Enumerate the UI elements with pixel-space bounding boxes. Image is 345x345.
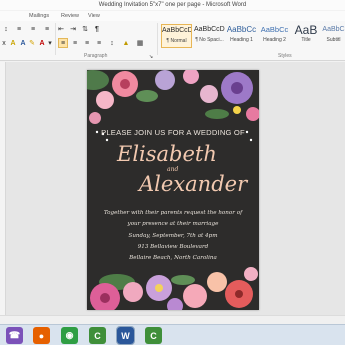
bride-name: Elisabeth bbox=[117, 142, 217, 166]
sort-icon[interactable]: ⇅ bbox=[80, 24, 90, 34]
word-window: Wedding Invitation 5"x7" one per page - … bbox=[0, 0, 345, 345]
chrome-icon[interactable]: ◉ bbox=[61, 327, 78, 344]
paragraph-launcher-icon[interactable]: ↘ bbox=[148, 53, 154, 60]
status-bar bbox=[0, 315, 345, 324]
decrease-indent-icon[interactable]: ⇤ bbox=[56, 24, 66, 34]
invitation-line: your presence at their marriage bbox=[127, 221, 219, 227]
text-effects-icon[interactable]: A bbox=[19, 38, 27, 48]
style-name: ¶ No Spaci... bbox=[195, 37, 224, 43]
justify-icon[interactable]: ≡ bbox=[94, 38, 104, 48]
style-sample: AaBbCcDc bbox=[194, 26, 225, 33]
style-name: Subtitl bbox=[326, 37, 341, 43]
style-no-spacing[interactable]: AaBbCcDc ¶ No Spaci... bbox=[194, 24, 225, 48]
style-sample: AaBbCc bbox=[226, 25, 257, 34]
camtasia-icon[interactable]: C bbox=[89, 327, 106, 344]
title-bar: Wedding Invitation 5"x7" one per page - … bbox=[0, 0, 345, 10]
style-sample: AaBbC bbox=[322, 26, 345, 33]
align-right-icon[interactable]: ≡ bbox=[82, 38, 92, 48]
font-color-dropdown-icon[interactable]: ▾ bbox=[47, 38, 53, 48]
camtasia-recorder-icon[interactable]: C bbox=[145, 327, 162, 344]
style-name: ¶ Normal bbox=[166, 38, 187, 44]
align-left-icon[interactable]: ≡ bbox=[58, 38, 68, 48]
styles-group-label: Styles bbox=[278, 53, 292, 59]
taskbar: ☎ ● ◉ C W C bbox=[0, 324, 345, 345]
tab-mailings[interactable]: Mailings bbox=[29, 11, 49, 21]
invitation-line: 913 Bellaview Boulevard bbox=[137, 244, 209, 250]
word-icon[interactable]: W bbox=[116, 326, 135, 345]
style-title[interactable]: AaB Title bbox=[292, 24, 320, 48]
style-heading-2[interactable]: AaBbCc Heading 2 bbox=[259, 24, 290, 48]
ribbon-divider bbox=[55, 23, 56, 55]
groom-name: Alexander bbox=[139, 172, 248, 196]
superscript-icon[interactable]: x bbox=[1, 38, 7, 48]
style-name: Title bbox=[301, 37, 311, 43]
show-paragraph-marks-icon[interactable]: ¶ bbox=[92, 24, 102, 34]
align-center-icon[interactable]: ≡ bbox=[70, 38, 80, 48]
invitation-line: Bellaire Beach, North Carolina bbox=[129, 255, 217, 261]
font-color-icon[interactable]: A bbox=[38, 38, 46, 48]
ribbon-divider bbox=[157, 23, 158, 55]
viber-icon[interactable]: ☎ bbox=[6, 327, 23, 344]
paragraph-group-label: Paragraph bbox=[84, 53, 108, 59]
window-title: Wedding Invitation 5"x7" one per page - … bbox=[98, 2, 247, 8]
bullets-icon[interactable]: ≡ bbox=[14, 24, 24, 34]
font-size-icon[interactable]: ↕ bbox=[2, 24, 10, 34]
invitation-line: Sunday, September, 7th at 4pm bbox=[128, 233, 218, 239]
style-sample: AaB bbox=[294, 24, 318, 36]
ribbon-tabs: Mailings Review View bbox=[0, 11, 345, 21]
tab-view[interactable]: View bbox=[88, 11, 100, 21]
highlight-pen-icon[interactable]: ✎ bbox=[28, 38, 36, 48]
line-spacing-icon[interactable]: ↕ bbox=[106, 38, 118, 48]
style-name: Heading 1 bbox=[230, 37, 253, 43]
style-heading-1[interactable]: AaBbCc Heading 1 bbox=[226, 24, 257, 48]
invitation-intro: PLEASE JOIN US FOR A WEDDING OF bbox=[101, 128, 245, 137]
borders-icon[interactable]: ▦ bbox=[134, 38, 146, 48]
style-sample: AaBbCcDc bbox=[162, 27, 191, 34]
style-sample: AaBbCc bbox=[260, 25, 289, 34]
vertical-ruler bbox=[0, 62, 6, 325]
style-normal[interactable]: AaBbCcDc ¶ Normal bbox=[161, 24, 192, 48]
multilevel-list-icon[interactable]: ≡ bbox=[42, 24, 52, 34]
document-area[interactable]: PLEASE JOIN US FOR A WEDDING OF Elisabet… bbox=[0, 62, 345, 325]
numbering-icon[interactable]: ≡ bbox=[28, 24, 38, 34]
text-highlight-icon[interactable]: A bbox=[9, 38, 17, 48]
style-name: Heading 2 bbox=[263, 37, 286, 43]
ribbon-home: ↕ ≡ ≡ ≡ ⇤ ⇥ ⇅ ¶ x A A ✎ A ▾ ≡ ≡ ≡ ≡ ↕ ▲ … bbox=[0, 21, 345, 61]
style-subtitle[interactable]: AaBbC Subtitl bbox=[322, 24, 345, 48]
invitation-line: Together with their parents request the … bbox=[103, 210, 243, 216]
tab-review[interactable]: Review bbox=[61, 11, 79, 21]
invitation-page[interactable]: PLEASE JOIN US FOR A WEDDING OF Elisabet… bbox=[87, 70, 259, 310]
firefox-icon[interactable]: ● bbox=[33, 327, 50, 344]
increase-indent-icon[interactable]: ⇥ bbox=[68, 24, 78, 34]
shading-icon[interactable]: ▲ bbox=[121, 38, 131, 48]
